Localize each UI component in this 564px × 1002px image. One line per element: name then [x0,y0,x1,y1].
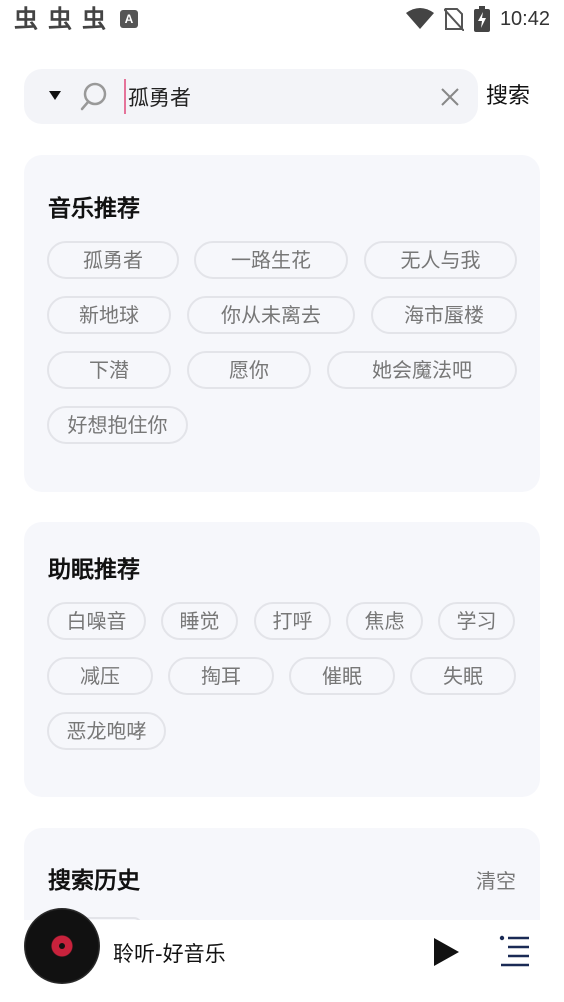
music-tag[interactable]: 海市蜃楼 [371,296,517,334]
close-icon[interactable] [439,86,461,108]
status-left-icons: 虫 虫 虫 A [14,5,138,33]
sleep-recommend-card: 助眠推荐 白噪音 睡觉 打呼 焦虑 学习 减压 掏耳 催眠 失眠 恶龙咆哮 [24,522,540,797]
mini-player[interactable]: 聆听-好音乐 [0,908,564,1002]
sleep-tag[interactable]: 白噪音 [47,602,146,640]
player-track-title[interactable]: 聆听-好音乐 [113,938,226,968]
search-row: 搜索 [24,69,540,124]
sleep-tag[interactable]: 催眠 [289,657,395,695]
disc-center [59,943,65,949]
music-tag[interactable]: 她会魔法吧 [327,351,517,389]
playlist-icon[interactable] [498,933,532,967]
bug-icon: 虫 [14,5,38,33]
wifi-icon [405,8,434,29]
sleep-tag[interactable]: 学习 [438,602,515,640]
music-recommend-card: 音乐推荐 孤勇者 一路生花 无人与我 新地球 你从未离去 海市蜃楼 下潜 愿你 … [24,155,540,492]
music-recommend-title: 音乐推荐 [48,196,140,222]
search-box[interactable] [24,69,478,124]
sleep-recommend-title: 助眠推荐 [48,557,140,583]
a-badge-icon: A [120,10,138,28]
search-history-title: 搜索历史 [48,868,140,894]
music-tag[interactable]: 你从未离去 [187,296,355,334]
clear-history-button[interactable]: 清空 [476,865,516,894]
sleep-tag[interactable]: 睡觉 [161,602,238,640]
music-tag[interactable]: 无人与我 [364,241,517,279]
music-tag[interactable]: 新地球 [47,296,171,334]
sleep-tag[interactable]: 失眠 [410,657,516,695]
music-tag[interactable]: 孤勇者 [47,241,179,279]
status-right-icons: 10:42 [405,6,550,32]
sleep-tag[interactable]: 掏耳 [168,657,274,695]
album-disc-icon[interactable] [24,908,100,984]
search-icon [80,82,107,111]
bug-icon: 虫 [82,5,106,33]
status-bar: 虫 虫 虫 A 10:42 [0,0,564,40]
search-button[interactable]: 搜索 [486,79,530,114]
sleep-tag[interactable]: 恶龙咆哮 [47,712,166,750]
sleep-tag[interactable]: 减压 [47,657,153,695]
music-tag[interactable]: 愿你 [187,351,311,389]
bug-icon: 虫 [48,5,72,33]
music-tag[interactable]: 一路生花 [194,241,348,279]
status-time: 10:42 [499,7,550,30]
sleep-tag[interactable]: 打呼 [254,602,331,640]
battery-charging-icon [473,6,490,32]
sleep-tag[interactable]: 焦虑 [346,602,423,640]
no-sim-icon [443,8,464,31]
caret-down-icon[interactable] [49,91,61,100]
search-input[interactable] [124,79,424,114]
play-icon[interactable] [432,937,460,967]
music-tag[interactable]: 下潜 [47,351,171,389]
music-tag[interactable]: 好想抱住你 [47,406,188,444]
